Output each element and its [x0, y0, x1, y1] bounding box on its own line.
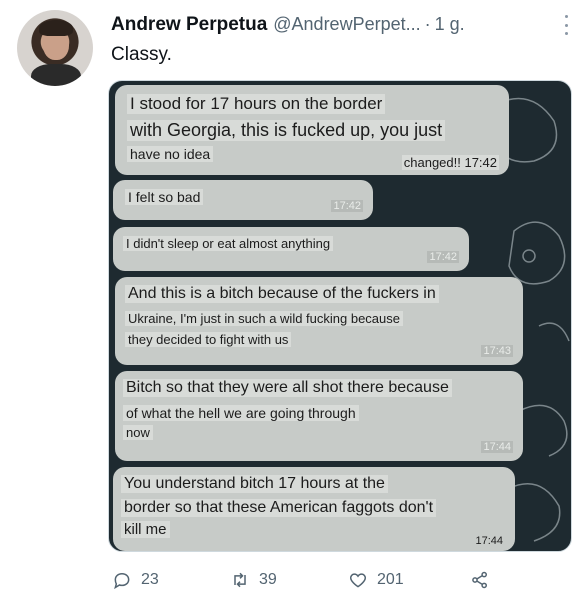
message-bubble: Bitch so that they were all shot there b… [115, 371, 523, 461]
share-button[interactable] [470, 566, 499, 594]
message-line: have no idea [127, 146, 214, 162]
message-timestamp: 17:44 [473, 535, 505, 547]
like-button[interactable]: 201 [348, 566, 404, 594]
message-line: border so that these American faggots do… [121, 499, 437, 517]
message-timestamp: 17:42 [427, 251, 459, 263]
message-line: I felt so bad [125, 189, 204, 205]
retweet-icon [234, 572, 246, 588]
message-line: I didn't sleep or eat almost anything [123, 236, 334, 251]
message-timestamp: changed!! 17:42 [401, 155, 499, 170]
retweet-count: 39 [259, 571, 277, 588]
heart-icon [349, 573, 367, 588]
message-line: And this is a bitch because of the fucke… [125, 285, 439, 303]
message-line: of what the hell we are going through [123, 405, 359, 421]
message-bubble: I stood for 17 hours on the border with … [115, 85, 509, 175]
message-line: You understand bitch 17 hours at the [121, 475, 388, 493]
author-name[interactable]: Andrew Perpetua [111, 14, 267, 36]
author-avatar[interactable] [17, 10, 93, 86]
message-bubble: And this is a bitch because of the fucke… [115, 277, 523, 365]
tweet-text: Classy. [111, 44, 172, 65]
tweet-image[interactable]: I stood for 17 hours on the border with … [108, 80, 572, 552]
tweet-header: Andrew Perpetua @AndrewPerpet... · 1 g. [111, 14, 571, 40]
message-timestamp: 17:44 [481, 441, 513, 453]
message-line: Ukraine, I'm just in such a wild fucking… [125, 311, 403, 326]
tweet-actions: 23 39 201 [108, 566, 508, 594]
message-line: Bitch so that they were all shot there b… [123, 379, 452, 397]
reply-button[interactable]: 23 [112, 566, 159, 594]
share-icon [472, 571, 487, 589]
author-handle[interactable]: @AndrewPerpet... [273, 14, 420, 35]
message-bubble: I felt so bad 17:42 [113, 180, 373, 220]
message-timestamp: 17:43 [481, 345, 513, 357]
message-line: kill me [121, 521, 170, 538]
avatar-shirt [31, 64, 81, 86]
message-bubble: You understand bitch 17 hours at the bor… [113, 467, 515, 551]
like-count: 201 [377, 571, 404, 588]
retweet-button[interactable]: 39 [230, 566, 277, 594]
reply-icon [114, 572, 130, 590]
message-bubble: I didn't sleep or eat almost anything 17… [113, 227, 469, 271]
message-timestamp: 17:42 [331, 200, 363, 212]
avatar-hair [39, 20, 73, 36]
more-icon[interactable] [559, 15, 573, 35]
separator-dot: · [424, 14, 431, 34]
tweet-time[interactable]: 1 g. [435, 14, 465, 35]
message-line: with Georgia, this is fucked up, you jus… [127, 120, 446, 141]
reply-count: 23 [141, 571, 159, 588]
message-line: now [123, 425, 153, 440]
message-line: I stood for 17 hours on the border [127, 94, 386, 114]
message-line: they decided to fight with us [125, 332, 292, 347]
